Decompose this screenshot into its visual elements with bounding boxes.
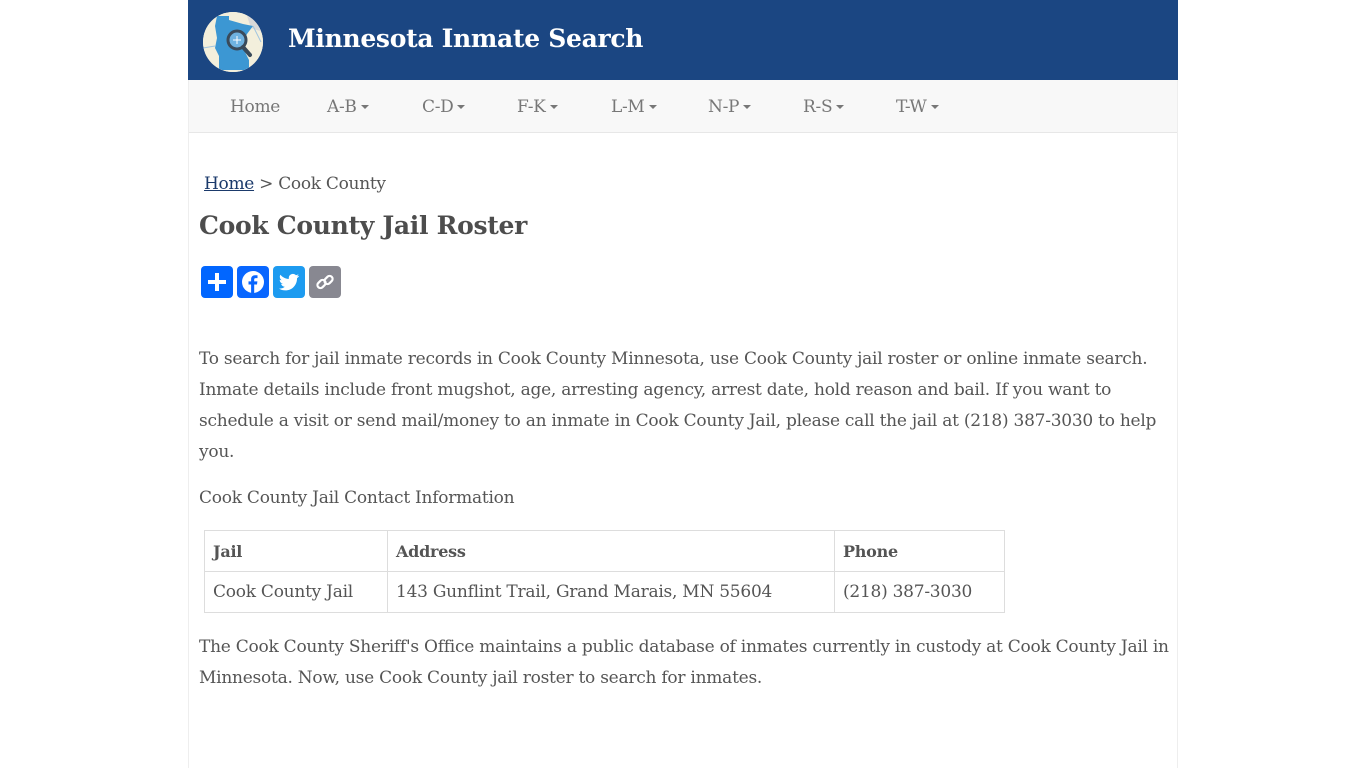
breadcrumb: Home > Cook County: [204, 174, 386, 194]
site-title[interactable]: Minnesota Inmate Search: [288, 24, 643, 53]
nav-item-t-w[interactable]: T-W: [896, 97, 939, 117]
table-row: Cook County Jail 143 Gunflint Trail, Gra…: [204, 571, 1005, 613]
nav-item-a-b[interactable]: A-B: [327, 97, 369, 117]
nav-item-n-p[interactable]: N-P: [708, 97, 752, 117]
nav-label: Home: [230, 97, 281, 117]
cell-jail: Cook County Jail: [204, 571, 388, 613]
caret-down-icon: [360, 104, 369, 109]
plus-icon: [208, 273, 226, 291]
nav-label: R-S: [803, 97, 833, 117]
nav-item-r-s[interactable]: R-S: [803, 97, 845, 117]
caret-down-icon: [549, 104, 558, 109]
share-button[interactable]: [201, 266, 233, 298]
caret-down-icon: [457, 104, 466, 109]
minnesota-map-logo-icon[interactable]: [203, 12, 263, 72]
cell-phone: (218) 387-3030: [834, 571, 1005, 613]
nav-item-f-k[interactable]: F-K: [517, 97, 558, 117]
table-header-row: Jail Address Phone: [204, 530, 1005, 572]
breadcrumb-separator: >: [259, 174, 274, 194]
nav-label: F-K: [517, 97, 546, 117]
breadcrumb-home-link[interactable]: Home: [204, 174, 254, 194]
contact-heading: Cook County Jail Contact Information: [199, 488, 515, 508]
caret-down-icon: [836, 104, 845, 109]
contact-table: Jail Address Phone Cook County Jail 143 …: [204, 530, 1005, 613]
breadcrumb-current: Cook County: [278, 174, 386, 194]
column-header-address: Address: [387, 530, 835, 572]
nav-label: T-W: [896, 97, 927, 117]
caret-down-icon: [743, 104, 752, 109]
nav-item-l-m[interactable]: L-M: [611, 97, 657, 117]
twitter-icon: [279, 273, 299, 291]
facebook-share-button[interactable]: [237, 266, 269, 298]
column-header-jail: Jail: [204, 530, 388, 572]
nav-label: A-B: [327, 97, 357, 117]
intro-paragraph: To search for jail inmate records in Coo…: [199, 349, 1157, 462]
closing-paragraph: The Cook County Sheriff's Office maintai…: [199, 637, 1169, 688]
nav-item-home[interactable]: Home: [230, 97, 280, 117]
page-title: Cook County Jail Roster: [199, 211, 527, 240]
caret-down-icon: [648, 104, 657, 109]
caret-down-icon: [930, 104, 939, 109]
cell-address: 143 Gunflint Trail, Grand Marais, MN 556…: [387, 571, 835, 613]
nav-label: N-P: [708, 97, 740, 117]
main-nav: Home A-B C-D F-K L-M N-P R-S T-W: [189, 80, 1177, 133]
page-container: Minnesota Inmate Search Home A-B C-D F-K…: [188, 0, 1178, 768]
facebook-icon: [242, 271, 264, 293]
copy-link-button[interactable]: [309, 266, 341, 298]
share-buttons: [201, 266, 341, 298]
nav-item-c-d[interactable]: C-D: [422, 97, 466, 117]
nav-label: L-M: [611, 97, 645, 117]
link-icon: [316, 274, 334, 290]
site-header: Minnesota Inmate Search: [188, 0, 1178, 80]
column-header-phone: Phone: [834, 530, 1005, 572]
nav-label: C-D: [422, 97, 454, 117]
twitter-share-button[interactable]: [273, 266, 305, 298]
